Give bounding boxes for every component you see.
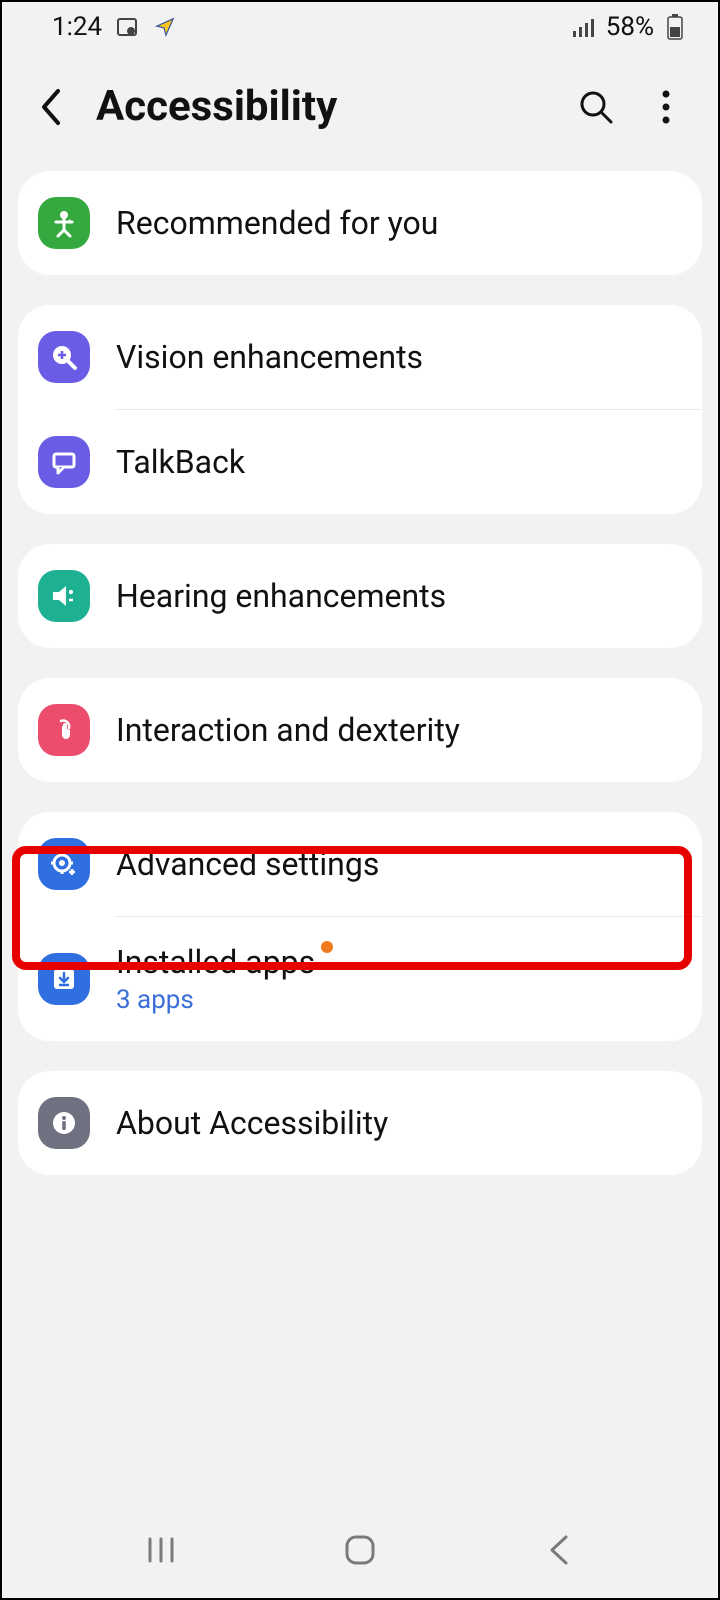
row-label-text: Installed apps [116, 943, 315, 981]
row-label: Advanced settings [116, 845, 379, 883]
status-bar: 1:24 58% [2, 2, 718, 52]
row-interaction[interactable]: Interaction and dexterity [18, 678, 702, 782]
home-button[interactable] [330, 1520, 390, 1580]
row-vision[interactable]: Vision enhancements [18, 305, 702, 409]
row-about[interactable]: About Accessibility [18, 1071, 702, 1175]
volume-plus-icon [38, 570, 90, 622]
row-talkback[interactable]: TalkBack [18, 410, 702, 514]
card-hearing: Hearing enhancements [18, 544, 702, 648]
card-vision: Vision enhancements TalkBack [18, 305, 702, 514]
row-label: TalkBack [116, 443, 245, 481]
card-icon [114, 14, 140, 40]
person-icon [38, 197, 90, 249]
card-recommended: Recommended for you [18, 171, 702, 275]
row-subtitle: 3 apps [116, 985, 315, 1015]
row-advanced-settings[interactable]: Advanced settings [18, 812, 702, 916]
notification-dot-icon [321, 941, 333, 953]
row-label: About Accessibility [116, 1104, 388, 1142]
search-button[interactable] [572, 83, 620, 131]
row-label: Vision enhancements [116, 338, 423, 376]
gear-plus-icon [38, 838, 90, 890]
battery-percent: 58% [606, 12, 654, 42]
row-recommended[interactable]: Recommended for you [18, 171, 702, 275]
recents-button[interactable] [131, 1520, 191, 1580]
row-label: Interaction and dexterity [116, 711, 460, 749]
speech-bubble-icon [38, 436, 90, 488]
status-time: 1:24 [52, 12, 102, 42]
back-button[interactable] [30, 87, 74, 127]
system-nav-bar [2, 1502, 718, 1598]
status-left: 1:24 [52, 12, 178, 42]
battery-icon [662, 14, 688, 40]
row-installed-apps[interactable]: Installed apps 3 apps [18, 917, 702, 1041]
status-right: 58% [572, 12, 688, 42]
touch-icon [38, 704, 90, 756]
header: Accessibility [2, 52, 718, 171]
settings-list: Recommended for you Vision enhancements … [2, 171, 718, 1175]
signal-icon [572, 14, 598, 40]
row-label: Hearing enhancements [116, 577, 446, 615]
card-interaction: Interaction and dexterity [18, 678, 702, 782]
nav-back-button[interactable] [529, 1520, 589, 1580]
card-about: About Accessibility [18, 1071, 702, 1175]
row-label: Installed apps [116, 943, 315, 981]
info-icon [38, 1097, 90, 1149]
row-hearing[interactable]: Hearing enhancements [18, 544, 702, 648]
location-icon [152, 14, 178, 40]
card-system: Advanced settings Installed apps 3 apps [18, 812, 702, 1041]
more-button[interactable] [642, 83, 690, 131]
download-icon [38, 953, 90, 1005]
page-title: Accessibility [96, 82, 550, 131]
magnify-plus-icon [38, 331, 90, 383]
row-label: Recommended for you [116, 204, 438, 242]
